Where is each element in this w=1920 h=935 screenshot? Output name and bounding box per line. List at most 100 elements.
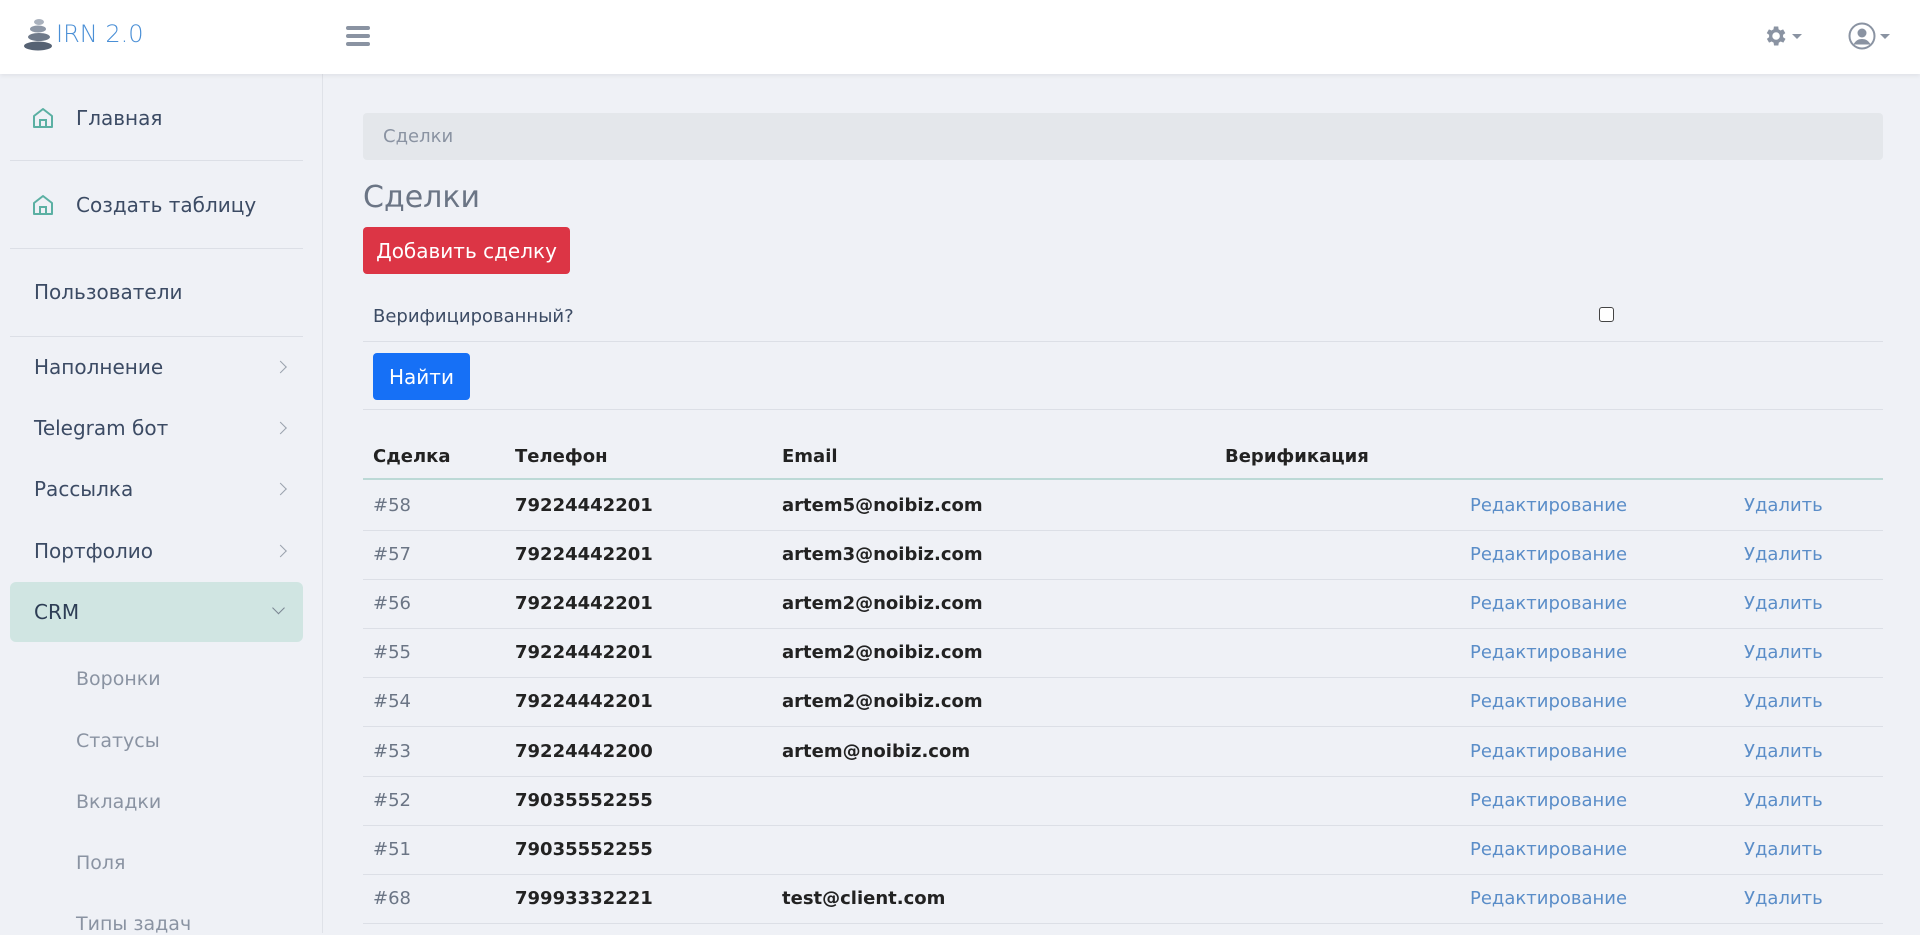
deal-id: #68 [373, 887, 411, 909]
sidebar-item-label: Рассылка [34, 477, 134, 501]
sidebar-item-label: Наполнение [34, 355, 164, 379]
table-row: #68 79993332221 test@client.com Редактирова… [363, 875, 1883, 924]
table-row: #57 79224442201 artem3@noibiz.com Редактиро… [363, 531, 1883, 581]
deal-phone: 79224442201 [515, 642, 653, 664]
sidebar-item-create-table[interactable]: Создать таблицу [10, 175, 303, 235]
sidebar-subitem-funnels[interactable]: Воронки [76, 668, 161, 690]
verified-checkbox[interactable] [1599, 307, 1614, 322]
chevron-right-icon [274, 544, 287, 558]
edit-link[interactable]: Редактирование [1470, 790, 1627, 811]
deal-email: artem@noibiz.com [782, 740, 971, 762]
verified-filter-label: Верифицированный? [373, 306, 574, 327]
table-row: #52 79035552255 Редактирование Удалить [363, 777, 1883, 826]
delete-link[interactable]: Удалить [1744, 642, 1823, 663]
sidebar-item-telegram-bot[interactable]: Telegram бот [10, 398, 303, 458]
table-row: #51 79035552255 Редактирование Удалить [363, 826, 1883, 875]
table-row: #54 79224442201 artem2@noibiz.com Редактиро… [363, 678, 1883, 728]
table-row: #55 79224442201 artem2@noibiz.com Редактиро… [363, 629, 1883, 679]
deal-id: #53 [373, 740, 411, 762]
deal-phone: 79035552255 [515, 789, 653, 811]
page-title: Сделки [363, 180, 480, 215]
edit-link[interactable]: Редактирование [1470, 593, 1627, 614]
deal-id: #58 [373, 495, 411, 516]
settings-dropdown[interactable] [1762, 20, 1802, 52]
breadcrumb-item[interactable]: Сделки [383, 126, 453, 147]
deal-id: #51 [373, 838, 411, 860]
column-header-email[interactable]: Email [782, 446, 838, 467]
sidebar-item-label: Telegram бот [34, 416, 169, 440]
user-avatar-icon [1848, 22, 1876, 50]
top-navbar: IRN 2.0 [0, 0, 1920, 74]
sidebar-item-label: CRM [34, 600, 80, 624]
sidebar-subitem-tabs[interactable]: Вкладки [76, 791, 161, 813]
column-header-deal[interactable]: Сделка [373, 446, 451, 467]
divider [10, 160, 303, 161]
edit-link[interactable]: Редактирование [1470, 495, 1627, 516]
sidebar-item-home[interactable]: Главная [10, 88, 303, 148]
column-header-phone[interactable]: Телефон [515, 446, 608, 467]
edit-link[interactable]: Редактирование [1470, 642, 1627, 663]
user-dropdown[interactable] [1848, 20, 1890, 52]
edit-link[interactable]: Редактирование [1470, 741, 1627, 762]
chevron-right-icon [274, 482, 287, 496]
sidebar-item-label: Главная [76, 106, 163, 130]
gear-icon [1766, 26, 1786, 46]
deal-phone: 79035552255 [515, 838, 653, 860]
sidebar-item-label: Создать таблицу [76, 193, 257, 217]
deal-email: artem2@noibiz.com [782, 642, 983, 664]
deal-phone: 79224442201 [515, 544, 653, 566]
find-button[interactable]: Найти [373, 353, 470, 400]
sidebar-subitem-statuses[interactable]: Статусы [76, 730, 160, 752]
sidebar-item-content[interactable]: Наполнение [10, 337, 303, 397]
divider [363, 341, 1883, 342]
deal-id: #56 [373, 593, 411, 615]
edit-link[interactable]: Редактирование [1470, 888, 1627, 909]
delete-link[interactable]: Удалить [1744, 593, 1823, 614]
sidebar-item-portfolio[interactable]: Портфолио [10, 521, 303, 581]
divider [10, 248, 303, 249]
sidebar-item-users[interactable]: Пользователи [10, 262, 303, 322]
deal-email: artem2@noibiz.com [782, 593, 983, 615]
brand[interactable]: IRN 2.0 [22, 16, 144, 52]
chevron-right-icon [274, 421, 287, 435]
deal-phone: 79993332221 [515, 887, 653, 909]
deal-email: artem3@noibiz.com [782, 544, 983, 566]
chevron-down-icon [1880, 33, 1890, 39]
sidebar-subitem-task-types[interactable]: Типы задач [76, 913, 191, 935]
delete-link[interactable]: Удалить [1744, 790, 1823, 811]
delete-link[interactable]: Удалить [1744, 495, 1823, 516]
delete-link[interactable]: Удалить [1744, 741, 1823, 762]
edit-link[interactable]: Редактирование [1470, 691, 1627, 712]
sidebar-item-mailing[interactable]: Рассылка [10, 459, 303, 519]
home-icon [33, 195, 53, 215]
add-deal-button[interactable]: Добавить сделку [363, 227, 570, 274]
home-icon [33, 108, 53, 128]
sidebar-subitem-fields[interactable]: Поля [76, 852, 126, 874]
delete-link[interactable]: Удалить [1744, 691, 1823, 712]
deal-id: #57 [373, 544, 411, 566]
brand-name: IRN 2.0 [56, 20, 144, 48]
edit-link[interactable]: Редактирование [1470, 544, 1627, 565]
edit-link[interactable]: Редактирование [1470, 839, 1627, 860]
chevron-down-icon [272, 602, 285, 615]
deal-email: artem2@noibiz.com [782, 691, 983, 713]
chevron-right-icon [274, 360, 287, 374]
divider [363, 409, 1883, 410]
deal-id: #55 [373, 642, 411, 664]
chevron-down-icon [1792, 33, 1802, 39]
sidebar-item-crm[interactable]: CRM [10, 582, 303, 642]
deal-phone: 79224442200 [515, 740, 653, 762]
column-header-verification[interactable]: Верификация [1225, 446, 1369, 467]
delete-link[interactable]: Удалить [1744, 888, 1823, 909]
delete-link[interactable]: Удалить [1744, 544, 1823, 565]
deal-phone: 79224442201 [515, 691, 653, 713]
sidebar-item-label: Портфолио [34, 539, 153, 563]
breadcrumb: Сделки [363, 113, 1883, 160]
menu-toggle-icon[interactable] [344, 24, 372, 48]
table-row: #53 79224442200 artem@noibiz.com Редактиров… [363, 728, 1883, 777]
deal-email: test@client.com [782, 887, 946, 909]
sidebar: Главная Создать таблицу Пользователи Нап… [0, 74, 323, 935]
delete-link[interactable]: Удалить [1744, 839, 1823, 860]
table-header: Сделка Телефон Email Верификация [363, 432, 1883, 480]
stones-logo-icon [24, 19, 52, 51]
